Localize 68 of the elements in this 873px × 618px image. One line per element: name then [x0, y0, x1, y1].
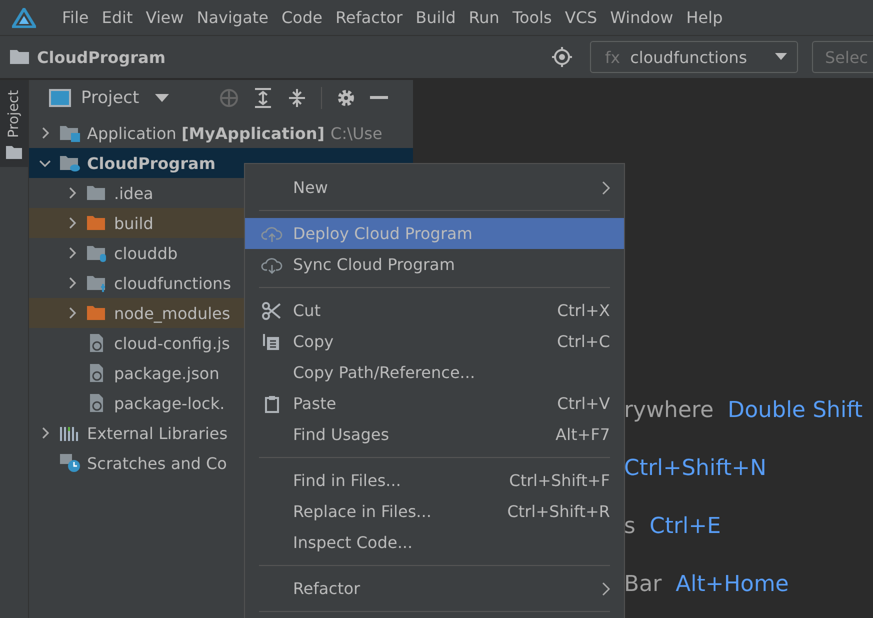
menu-item[interactable]: View	[146, 8, 184, 27]
menu-item[interactable]: Code	[282, 8, 322, 27]
hint-text: rywhere	[624, 397, 714, 425]
tree-item-label: package-lock.	[114, 394, 225, 412]
menu-item[interactable]: Navigate	[196, 8, 268, 27]
menu-item[interactable]: Find Usages Alt+F7	[245, 419, 624, 450]
tree-item-label: build	[114, 214, 154, 232]
shortcut-text: Alt+Home	[676, 571, 789, 599]
menu-item[interactable]: Build	[416, 8, 456, 27]
dropdown-arrow-icon[interactable]	[155, 94, 170, 102]
tree-item-label: cloud-config.js	[114, 334, 230, 352]
menu-item[interactable]: Find in Files... Ctrl+Shift+F	[245, 465, 624, 496]
tree-item-label: .idea	[114, 184, 154, 202]
tool-window-tab[interactable]: Project	[0, 80, 28, 167]
menu-item[interactable]: Paste Ctrl+V	[245, 388, 624, 419]
cloud-download-icon	[261, 256, 283, 274]
project-view-icon	[49, 89, 71, 107]
tree-item-label: node_modules	[114, 304, 230, 322]
menu-item[interactable]: Tools	[512, 8, 552, 27]
menu-item[interactable]: Help	[686, 8, 723, 27]
tree-item-label: cloudfunctions	[114, 274, 232, 292]
scissors-icon	[261, 302, 283, 320]
menu-item[interactable]: File	[62, 8, 89, 27]
database-folder-icon	[86, 243, 108, 263]
run-config-dropdown[interactable]: fx cloudfunctions	[590, 41, 798, 73]
view-selector[interactable]: Project	[81, 88, 140, 108]
shortcut-text: Double Shift	[728, 397, 863, 425]
settings-icon[interactable]	[336, 88, 356, 108]
expand-all-icon[interactable]	[253, 88, 274, 108]
tree-item-label: External Libraries	[87, 424, 228, 442]
dropdown-arrow-icon[interactable]	[775, 53, 787, 61]
menu-item[interactable]: Refactor	[245, 573, 624, 604]
hint-text: s	[624, 513, 636, 541]
menu-item[interactable]: Sync Cloud Program	[245, 249, 624, 280]
minimize-icon[interactable]	[370, 96, 388, 100]
folder-icon	[86, 213, 108, 233]
tree-item-label: Application [MyApplication]	[87, 124, 325, 142]
hint-text: Bar	[624, 571, 662, 599]
menu-item[interactable]: Inspect Code...	[245, 527, 624, 558]
folder-icon	[86, 303, 108, 323]
locate-icon[interactable]	[552, 47, 572, 67]
tree-item-label: Scratches and Co	[87, 454, 227, 472]
app-logo-icon	[12, 8, 36, 28]
menu-item[interactable]: Replace in Files... Ctrl+Shift+R	[245, 496, 624, 527]
menu-item[interactable]: Copy Ctrl+C	[245, 326, 624, 357]
scratches-icon	[59, 453, 81, 473]
folder-icon	[86, 183, 108, 203]
function-folder-icon	[86, 273, 108, 293]
module-folder-icon	[59, 123, 81, 143]
collapse-all-icon[interactable]	[287, 88, 308, 108]
folder-icon	[6, 146, 22, 159]
menu-item[interactable]: Run	[468, 8, 500, 27]
shortcut-text: Ctrl+E	[649, 513, 721, 541]
folder-icon	[10, 49, 30, 65]
path-text: C:\Use	[330, 124, 382, 142]
breadcrumb-item[interactable]: CloudProgram	[37, 48, 166, 66]
tree-item-label: clouddb	[114, 244, 178, 262]
menu-item[interactable]: Copy Path/Reference...	[245, 357, 624, 388]
menu-item[interactable]: Window	[610, 8, 674, 27]
cloud-folder-icon	[59, 153, 81, 173]
menu-item[interactable]: Edit	[102, 8, 133, 27]
shortcut-text: Ctrl+Shift+N	[624, 455, 766, 483]
tree-item-label: package.json	[114, 364, 220, 382]
cloud-upload-icon	[261, 224, 283, 242]
tree-item[interactable]: Application [MyApplication] C:\Use	[29, 118, 413, 148]
menu-item[interactable]: VCS	[564, 8, 598, 27]
tree-item-label: CloudProgram	[87, 154, 216, 172]
menu-item[interactable]: Refactor	[335, 8, 403, 27]
